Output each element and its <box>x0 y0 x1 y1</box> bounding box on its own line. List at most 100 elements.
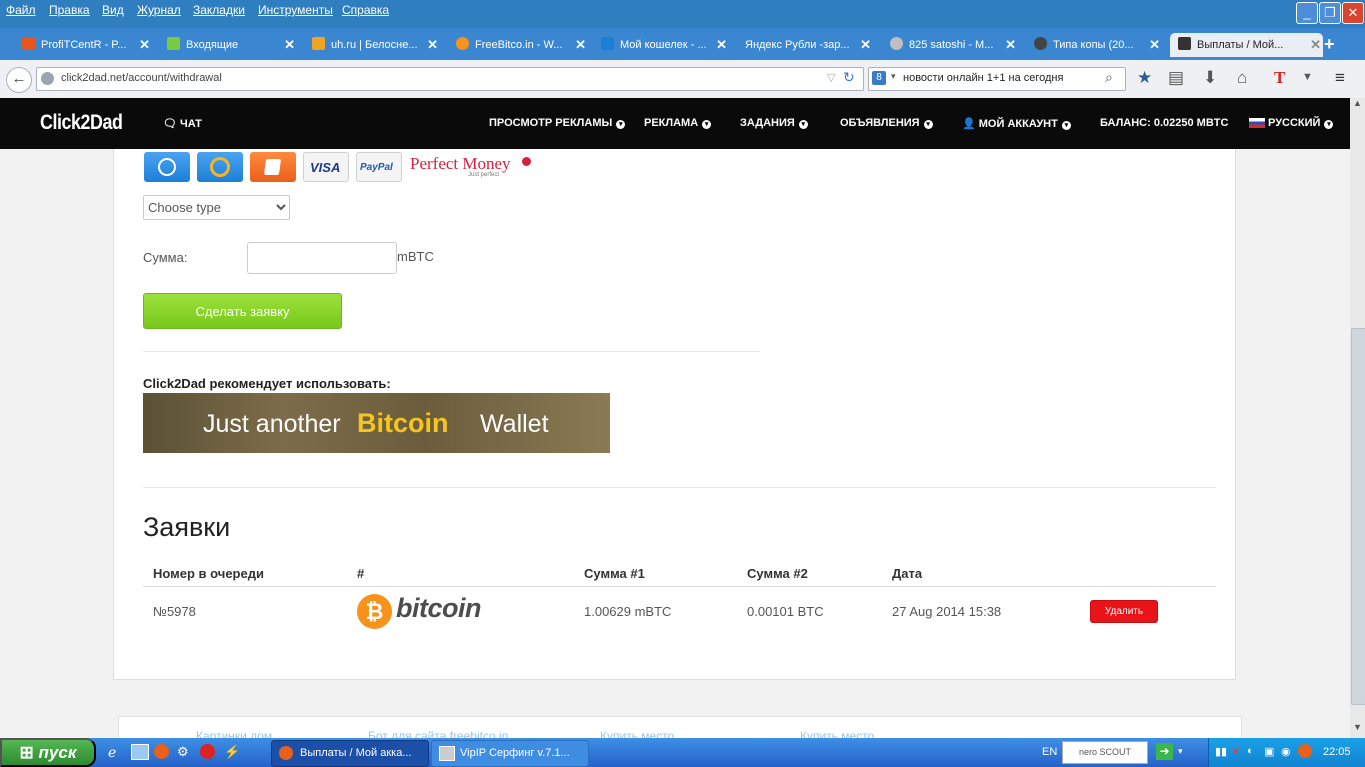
menu-file[interactable]: Файл <box>6 3 36 17</box>
translate-icon[interactable]: T <box>1274 68 1285 88</box>
tab-satoshi[interactable]: 825 satoshi - M... ✕ <box>890 33 1018 57</box>
perfect-money-button[interactable]: Perfect Money Just perfect <box>410 152 534 182</box>
network-icon[interactable]: ⚙ <box>177 744 189 760</box>
nav-label: МОЙ АККАУНТ <box>978 118 1058 130</box>
search-engine-dropdown-icon[interactable]: ▾ <box>891 71 896 82</box>
qiwi-button[interactable] <box>197 152 243 182</box>
divider <box>143 487 1216 488</box>
menu-history[interactable]: Журнал <box>137 3 181 17</box>
nero-scout-box[interactable]: nero SCOUT <box>1062 741 1148 764</box>
webmoney-button[interactable] <box>144 152 190 182</box>
minimize-icon[interactable]: _ <box>1296 2 1318 24</box>
tab-yandex[interactable]: Яндекс Рубли -зар... ✕ <box>745 33 873 57</box>
restore-icon[interactable]: ❐ <box>1319 2 1341 24</box>
search-bar[interactable]: 8 ▾ ⌕ <box>868 67 1126 91</box>
reload-icon[interactable]: ↻ <box>843 69 855 86</box>
nav-ads[interactable]: РЕКЛАМА ▾ <box>644 117 712 129</box>
menu-edit[interactable]: Правка <box>49 3 90 17</box>
download-icon[interactable]: ⬇ <box>1203 68 1217 88</box>
tab-inbox[interactable]: Входящие ✕ <box>167 33 297 57</box>
tab-profitcentr[interactable]: ProfiTCentR - P... ✕ <box>22 33 152 57</box>
close-tab-icon[interactable]: ✕ <box>1310 33 1321 57</box>
visa-button[interactable]: VISA <box>303 152 349 182</box>
delete-button[interactable]: Удалить <box>1090 600 1158 623</box>
close-tab-icon[interactable]: ✕ <box>139 33 150 57</box>
search-input[interactable] <box>901 71 1105 85</box>
menu-tools[interactable]: Инструменты <box>258 3 333 17</box>
firefox-icon[interactable] <box>154 744 169 759</box>
page-scrollbar[interactable]: ▲ ▼ <box>1350 98 1365 738</box>
coin-icon <box>890 37 903 50</box>
tab-label: FreeBitco.in - W... <box>475 39 563 51</box>
scroll-up-icon[interactable]: ▲ <box>1353 98 1362 108</box>
scrollbar-thumb[interactable] <box>1351 328 1365 705</box>
url-input[interactable] <box>59 71 763 85</box>
close-tab-icon[interactable]: ✕ <box>284 33 295 57</box>
tray-app-icon[interactable]: ◐ <box>1247 745 1254 757</box>
globe-icon <box>41 72 54 85</box>
chevron-down-icon[interactable]: ▼ <box>1302 71 1313 83</box>
search-icon[interactable]: ⌕ <box>1105 69 1113 86</box>
hamburger-menu-icon[interactable]: ≡ <box>1335 68 1345 88</box>
qiwi-icon <box>210 157 230 177</box>
nav-view-ads[interactable]: ПРОСМОТР РЕКЛАМЫ ▾ <box>489 117 626 129</box>
close-tab-icon[interactable]: ✕ <box>716 33 727 57</box>
yandex-money-button[interactable] <box>250 152 296 182</box>
menu-view[interactable]: Вид <box>102 3 124 17</box>
tab-withdrawal-active[interactable]: Выплаты / Мой... ✕ <box>1170 33 1323 57</box>
close-tab-icon[interactable]: ✕ <box>575 33 586 57</box>
tab-wallet[interactable]: Мой кошелек - ... ✕ <box>601 33 729 57</box>
menu-bookmarks[interactable]: Закладки <box>193 3 245 17</box>
ie-icon[interactable]: ℯ <box>108 744 116 761</box>
chat-link[interactable]: 🗨 ЧАТ <box>163 117 202 130</box>
reading-list-icon[interactable]: ▤ <box>1168 68 1184 88</box>
site-logo[interactable]: Click2Dad <box>40 111 123 135</box>
wallet-icon <box>263 159 282 175</box>
tray-firefox-icon[interactable] <box>1298 744 1312 758</box>
desktop-icon[interactable] <box>131 744 149 760</box>
task-label: VipIP Серфинг v.7.1... <box>460 747 570 759</box>
scroll-down-icon[interactable]: ▼ <box>1353 722 1362 732</box>
menu-help[interactable]: Справка <box>342 3 389 17</box>
back-button[interactable]: ← <box>6 67 32 93</box>
payment-type-select[interactable]: Choose type <box>143 195 290 220</box>
bitcoin-wallet-banner[interactable]: Just another Bitcoin Wallet <box>143 393 610 453</box>
submit-request-button[interactable]: Сделать заявку <box>143 293 342 329</box>
menu-bar: Файл Правка Вид Журнал Закладки Инструме… <box>0 0 1365 28</box>
close-tab-icon[interactable]: ✕ <box>1005 33 1016 57</box>
home-icon[interactable]: ⌂ <box>1237 68 1247 88</box>
search-engine-icon[interactable]: 8 <box>872 71 886 85</box>
tray-monitor-icon[interactable]: ▣ <box>1264 745 1274 758</box>
paypal-button[interactable]: PayPal <box>356 152 402 182</box>
tray-network-icon[interactable]: ✕ <box>1231 745 1240 758</box>
language-indicator[interactable]: EN <box>1042 746 1057 758</box>
face-icon <box>1034 37 1047 50</box>
dropdown-arrow-icon[interactable]: ▽ <box>827 71 835 84</box>
tab-freebitcoin[interactable]: FreeBitco.in - W... ✕ <box>456 33 588 57</box>
chat-icon: 🗨 <box>163 118 177 130</box>
tab-uh[interactable]: uh.ru | Белосне... ✕ <box>312 33 440 57</box>
nav-announcements[interactable]: ОБЪЯВЛЕНИЯ ▾ <box>840 117 933 129</box>
tray-signal-icon[interactable]: ▮▮ <box>1215 745 1227 758</box>
chevron-down-icon[interactable]: ▾ <box>1178 746 1183 757</box>
close-tab-icon[interactable]: ✕ <box>860 33 871 57</box>
tray-speaker-icon[interactable]: ◉ <box>1281 745 1291 758</box>
nav-my-account[interactable]: 👤 МОЙ АККАУНТ ▾ <box>962 117 1071 130</box>
taskbar-task-vipip[interactable]: VipIP Серфинг v.7.1... <box>431 740 589 767</box>
language-selector[interactable]: РУССКИЙ ▾ <box>1249 117 1334 129</box>
app-icon[interactable]: ⚡ <box>224 744 240 760</box>
close-window-icon[interactable]: ✕ <box>1342 2 1364 24</box>
amount-input[interactable] <box>247 242 397 274</box>
opera-icon[interactable] <box>200 744 215 759</box>
taskbar-task-firefox[interactable]: Выплаты / Мой акка... <box>271 740 429 767</box>
chevron-down-icon: ▾ <box>1061 121 1071 130</box>
arrow-right-icon[interactable]: ➜ <box>1156 743 1173 760</box>
new-tab-icon[interactable]: + <box>1324 34 1335 55</box>
close-tab-icon[interactable]: ✕ <box>427 33 438 57</box>
bookmark-star-icon[interactable]: ★ <box>1137 68 1152 88</box>
close-tab-icon[interactable]: ✕ <box>1149 33 1160 57</box>
url-bar[interactable]: ▽ ↻ <box>36 67 864 91</box>
nav-tasks[interactable]: ЗАДАНИЯ ▾ <box>740 117 808 129</box>
start-button[interactable]: ⊞ пуск <box>0 738 96 767</box>
tab-kopy[interactable]: Типа копы (20... ✕ <box>1034 33 1162 57</box>
